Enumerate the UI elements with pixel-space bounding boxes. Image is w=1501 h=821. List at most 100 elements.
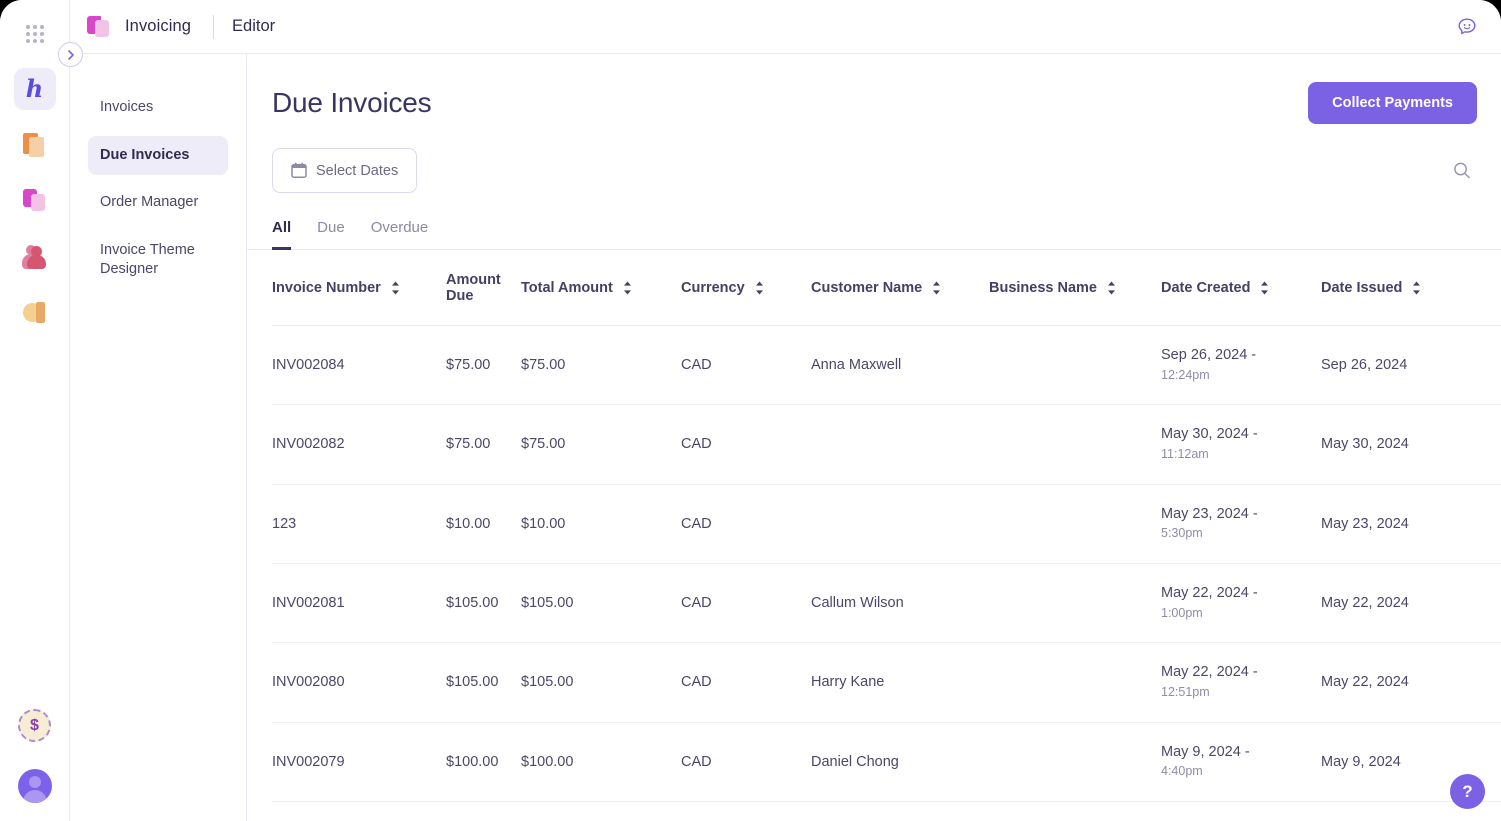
sidebar-item-invoices[interactable]: Invoices [88, 88, 228, 128]
column-label: Currency [681, 280, 745, 296]
cell-invoice-number: INV002078 [272, 801, 446, 821]
tab-due[interactable]: Due [317, 219, 345, 250]
rail-item-invoicing[interactable] [14, 180, 56, 222]
cell-date-issued: May 30, 2024 [1321, 404, 1501, 485]
table-row[interactable]: 123 $10.00 $10.00 CAD May 23, 2024 - 5:3… [272, 484, 1501, 564]
cell-total-amount: $10.00 [521, 484, 681, 564]
help-button[interactable]: ? [1450, 774, 1485, 809]
secondary-nav: Invoices Due Invoices Order Manager Invo… [70, 54, 247, 821]
cell-amount-due: $75.00 [446, 325, 521, 406]
date-created-date: May 23, 2024 - [1161, 505, 1258, 522]
column-label: Total Amount [521, 280, 613, 296]
cell-customer-name: Harry Kane [811, 642, 989, 723]
page-title: Due Invoices [272, 87, 432, 118]
cell-date-created: May 22, 2024 - 12:51pm [1161, 642, 1321, 723]
rail-bottom-group: $ [17, 709, 52, 821]
invoicing-app-icon [87, 15, 111, 39]
cell-date-created: Sep 26, 2024 - 12:24pm [1161, 325, 1321, 406]
table-header-row: Invoice Number Amount Due Total Amount C… [272, 250, 1501, 326]
date-created-time: 11:12am [1161, 446, 1209, 461]
cell-customer-name [811, 484, 989, 564]
column-date-created[interactable]: Date Created [1161, 250, 1321, 326]
top-bar: Invoicing Editor [70, 0, 1501, 54]
cell-total-amount: $75.00 [521, 325, 681, 406]
sort-icon[interactable] [391, 281, 400, 295]
cell-amount-due: $105.00 [446, 642, 521, 723]
cell-currency: CAD [681, 642, 811, 723]
cell-invoice-number: INV002082 [272, 404, 446, 485]
primary-app-rail: h $ [0, 0, 70, 821]
sidebar-collapse-toggle[interactable] [58, 42, 83, 67]
column-currency[interactable]: Currency [681, 250, 811, 326]
page-header: Due Invoices Collect Payments [247, 54, 1501, 124]
column-date-issued[interactable]: Date Issued [1321, 250, 1501, 326]
cell-customer-name [811, 404, 989, 485]
table-row[interactable]: INV002084 $75.00 $75.00 CAD Anna Maxwell… [272, 325, 1501, 406]
date-created-time: 12:51pm [1161, 684, 1210, 699]
cell-invoice-number: INV002080 [272, 642, 446, 723]
breadcrumb-section: Editor [232, 17, 276, 35]
sidebar-item-due-invoices[interactable]: Due Invoices [88, 135, 228, 176]
date-created-date: Sep 26, 2024 - [1161, 347, 1257, 363]
cell-invoice-number: INV002079 [272, 722, 446, 802]
collect-payments-button[interactable]: Collect Payments [1308, 82, 1477, 124]
column-label: Customer Name [811, 280, 923, 296]
column-label: Date Issued [1321, 280, 1403, 296]
table-row[interactable]: INV002080 $105.00 $105.00 CAD Harry Kane… [272, 642, 1501, 723]
credits-coin-icon[interactable]: $ [18, 709, 51, 742]
rail-item-bookings[interactable] [14, 124, 56, 166]
rail-item-home[interactable]: h [13, 68, 56, 110]
tab-overdue[interactable]: Overdue [371, 219, 429, 250]
column-amount-due[interactable]: Amount Due [446, 250, 521, 326]
column-total-amount[interactable]: Total Amount [521, 250, 681, 326]
cell-amount-due: $75.00 [446, 404, 521, 485]
table-row[interactable]: INV002082 $75.00 $75.00 CAD May 30, 2024… [272, 404, 1501, 485]
date-created-date: May 9, 2024 - [1161, 743, 1250, 760]
sort-icon[interactable] [623, 281, 632, 295]
column-invoice-number[interactable]: Invoice Number [272, 250, 446, 326]
sort-icon[interactable] [1107, 281, 1116, 295]
apps-grid-icon[interactable] [23, 22, 47, 46]
sort-icon[interactable] [1260, 281, 1269, 295]
main-content: Due Invoices Collect Payments Select Dat… [247, 54, 1501, 821]
cell-invoice-number: INV002084 [272, 325, 446, 406]
search-icon [1454, 162, 1470, 179]
rail-item-payments[interactable] [14, 292, 56, 334]
search-button[interactable] [1447, 156, 1477, 186]
rail-item-contacts[interactable] [14, 236, 56, 278]
chat-bubble-smiley-icon[interactable] [1455, 15, 1479, 39]
select-dates-button[interactable]: Select Dates [272, 148, 418, 193]
table-body: INV002084 $75.00 $75.00 CAD Anna Maxwell… [272, 325, 1501, 821]
tab-all[interactable]: All [272, 219, 292, 250]
date-created-time: 4:40pm [1161, 764, 1203, 779]
cell-amount-due: $100.00 [446, 801, 521, 821]
date-created-time: 12:24pm [1161, 367, 1210, 382]
column-business-name[interactable]: Business Name [989, 250, 1161, 326]
cell-business-name [989, 722, 1161, 802]
sort-icon[interactable] [755, 281, 764, 295]
sort-icon[interactable] [1412, 281, 1421, 295]
app-name: Invoicing [125, 17, 192, 35]
table-row[interactable]: INV002078 $100.00 $100.00 CAD Daniel Cho… [272, 801, 1501, 821]
cell-total-amount: $100.00 [521, 801, 681, 821]
cell-customer-name: Callum Wilson [811, 563, 989, 644]
table-row[interactable]: INV002079 $100.00 $100.00 CAD Daniel Cho… [272, 722, 1501, 802]
sidebar-item-invoice-theme-designer[interactable]: Invoice Theme Designer [88, 231, 228, 290]
cell-currency: CAD [681, 325, 811, 406]
sort-icon[interactable] [932, 281, 941, 295]
cell-date-issued: May 22, 2024 [1321, 563, 1501, 644]
cell-currency: CAD [681, 801, 811, 821]
cell-business-name [989, 801, 1161, 821]
column-label: Invoice Number [272, 280, 381, 296]
invoices-table-wrap: Invoice Number Amount Due Total Amount C… [247, 250, 1501, 821]
cell-date-created: May 22, 2024 - 1:00pm [1161, 563, 1321, 644]
column-customer-name[interactable]: Customer Name [811, 250, 989, 326]
topbar-divider [213, 14, 215, 39]
calendar-icon [291, 162, 307, 178]
sidebar-item-order-manager[interactable]: Order Manager [88, 183, 228, 223]
date-created-time: 5:30pm [1161, 526, 1203, 541]
avatar[interactable] [17, 769, 52, 803]
cell-currency: CAD [681, 404, 811, 485]
table-row[interactable]: INV002081 $105.00 $105.00 CAD Callum Wil… [272, 563, 1501, 644]
book-icon [22, 132, 47, 158]
